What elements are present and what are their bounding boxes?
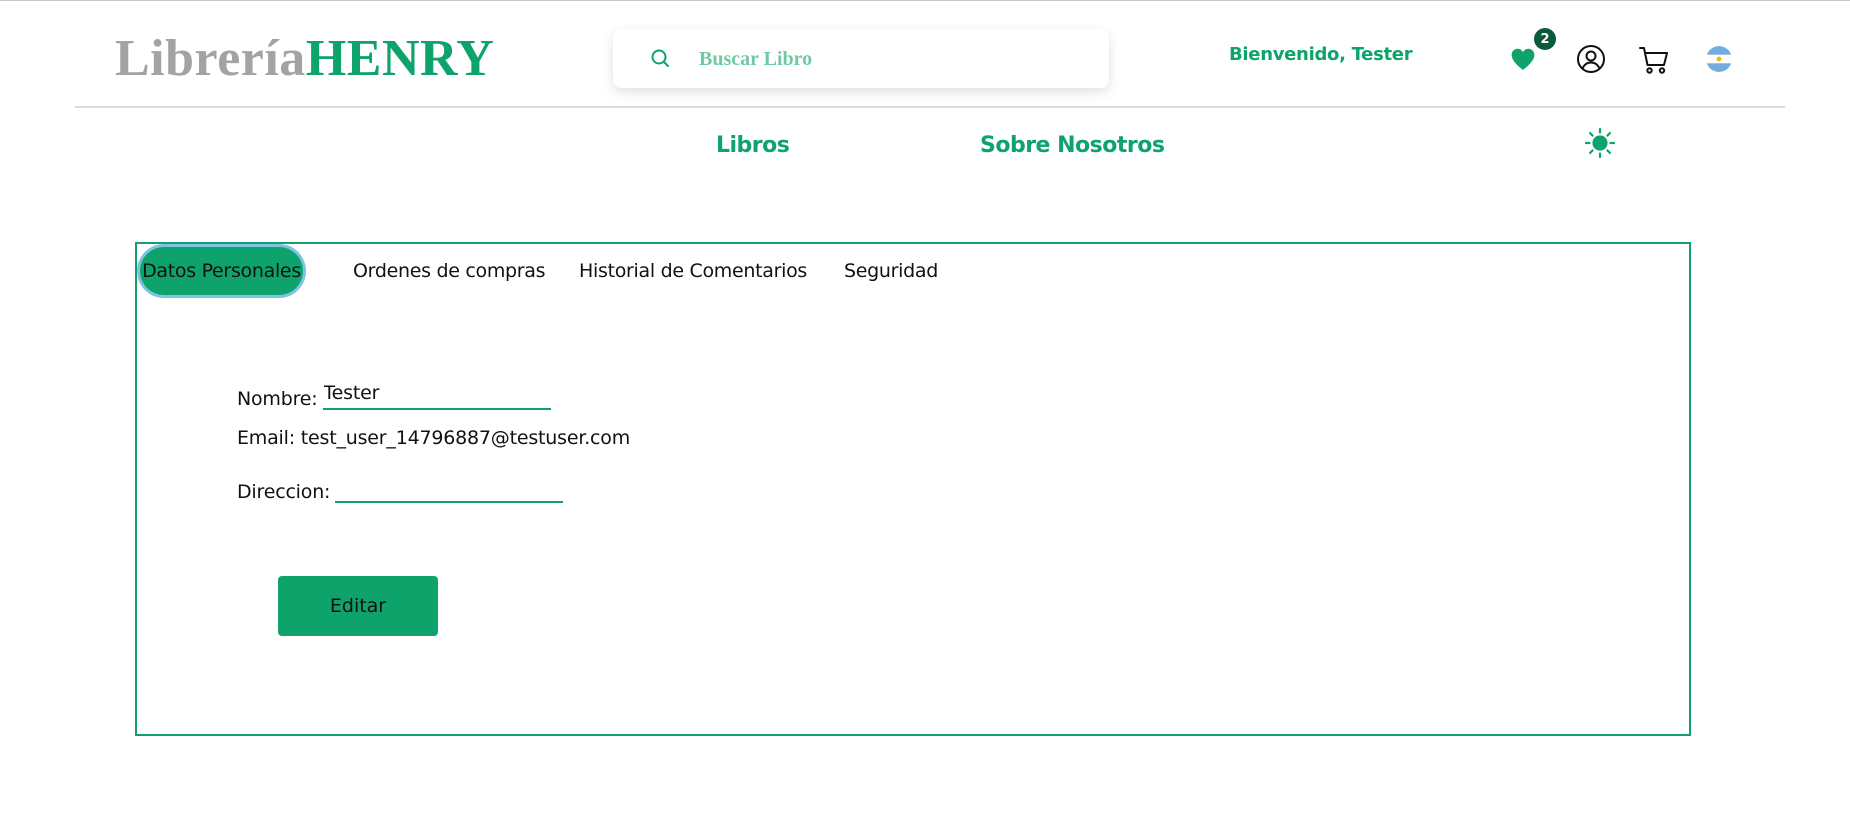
header-divider xyxy=(75,106,1785,108)
top-border xyxy=(0,0,1850,1)
email-label: Email: xyxy=(237,427,295,449)
tab-ordenes-de-compras[interactable]: Ordenes de compras xyxy=(353,246,546,296)
direccion-row: Direccion: xyxy=(237,473,564,503)
sun-icon xyxy=(1584,127,1616,159)
user-icon xyxy=(1577,45,1605,73)
profile-panel: Datos Personales Ordenes de compras Hist… xyxy=(135,242,1691,736)
nav-sobre-nosotros[interactable]: Sobre Nosotros xyxy=(980,133,1165,158)
search-box xyxy=(613,29,1109,88)
favorites-button[interactable] xyxy=(1506,42,1540,76)
cart-icon xyxy=(1639,47,1668,74)
cart-button[interactable] xyxy=(1636,42,1672,78)
brand-logo-part1: Librería xyxy=(115,30,306,87)
argentina-flag-icon xyxy=(1706,46,1732,72)
tab-historial-de-comentarios[interactable]: Historial de Comentarios xyxy=(579,246,807,296)
search-icon[interactable] xyxy=(648,46,672,70)
direccion-label: Direccion: xyxy=(237,481,331,503)
theme-toggle-button[interactable] xyxy=(1583,126,1617,160)
language-flag-button[interactable] xyxy=(1706,46,1732,72)
search-input[interactable] xyxy=(697,39,1081,79)
nombre-label: Nombre: xyxy=(237,388,318,410)
tab-seguridad[interactable]: Seguridad xyxy=(844,246,938,296)
editar-button[interactable]: Editar xyxy=(278,576,438,636)
brand-logo-part2: HENRY xyxy=(305,30,495,87)
heart-icon xyxy=(1511,48,1535,70)
email-value: test_user_14796887@testuser.com xyxy=(300,427,631,449)
tab-datos-personales[interactable]: Datos Personales xyxy=(140,247,303,295)
nombre-field[interactable] xyxy=(322,380,551,410)
email-row: Email: test_user_14796887@testuser.com xyxy=(237,427,630,449)
favorites-count-badge: 2 xyxy=(1534,28,1556,50)
welcome-text: Bienvenido, Tester xyxy=(1229,44,1413,65)
direccion-field[interactable] xyxy=(335,473,564,503)
brand-logo[interactable]: LibreríaHENRY xyxy=(115,28,494,90)
nav-libros[interactable]: Libros xyxy=(716,133,790,158)
user-account-button[interactable] xyxy=(1574,42,1608,76)
nombre-row: Nombre: xyxy=(237,380,551,410)
